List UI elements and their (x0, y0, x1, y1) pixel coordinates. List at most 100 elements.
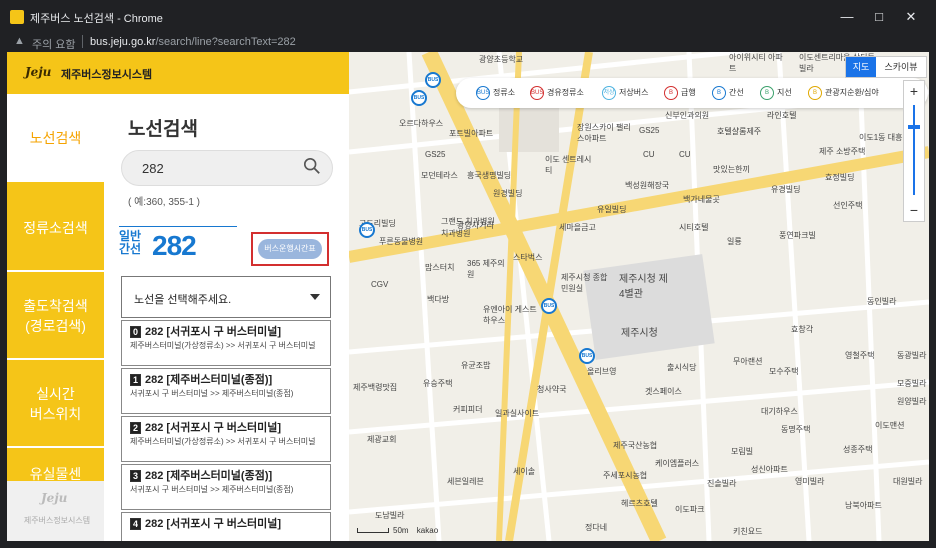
kakao-logo: kakao (416, 526, 439, 535)
map-label: 제주시청 (621, 328, 658, 339)
map-label: 장원스카이 팰리스아파트 (577, 123, 631, 143)
map-label: 모수주택 (769, 367, 799, 376)
map-label: 케이엠플러스 (655, 459, 700, 468)
trunk-bus-icon: B (712, 86, 726, 100)
route-option-desc: 제주버스터미널(가상정류소) >> 서귀포시 구 버스터미널 (130, 437, 316, 446)
map-label: 제주국산농협 (613, 441, 658, 450)
map-label: 선인주택 (833, 201, 863, 210)
bus-stop-icon[interactable]: BUS (411, 90, 427, 106)
route-option-name: 282 [서귀포시 구 버스터미널] (145, 422, 282, 434)
route-type: 일반 간선 (119, 230, 141, 256)
schedule-button[interactable]: 버스운행시간표 (258, 239, 322, 259)
map-type-map[interactable]: 지도 (846, 57, 876, 77)
sidebar-item-lost-found[interactable]: 유실물센 (7, 448, 104, 481)
favicon-icon (10, 10, 24, 24)
map-label: 제광교회 (367, 435, 397, 444)
route-number: 282 (152, 230, 197, 261)
map-label: 맘스터치 (425, 263, 455, 272)
map-label: 세마을금고 (559, 223, 596, 232)
map-label: 일과실사이트 (495, 409, 540, 418)
route-option-title: 4 282 [서귀포시 구 버스터미널] (130, 515, 281, 531)
sidebar-item-label-2: 버스위치 (29, 406, 82, 422)
map-label: 광양초등학교 (479, 55, 524, 64)
map-label: 시티호텔 (679, 223, 709, 232)
route-option[interactable]: 2 282 [서귀포시 구 버스터미널] 제주버스터미널(가상정류소) >> 서귀… (121, 416, 331, 462)
route-option-index: 0 (130, 326, 142, 338)
legend-item: BUS 경유정류소 (530, 86, 584, 100)
route-option[interactable]: 3 282 [제주버스터미널(종점)] 서귀포시 구 버스터미널 >> 제주버스터… (121, 464, 331, 510)
route-option-index: 1 (130, 374, 142, 386)
route-select-value: 노선을 선택해주세요. (134, 294, 232, 306)
map-label: GS25 (639, 126, 660, 135)
security-note[interactable]: 주의 요함 (32, 36, 76, 52)
map-label: 아이위시티 아파트 (729, 53, 783, 73)
legend-item: BUS 정류소 (476, 86, 515, 100)
zoom-out-button[interactable]: − (904, 200, 924, 220)
bus-stop-icon[interactable]: BUS (359, 222, 375, 238)
map-label: 성신아파트 (751, 465, 788, 474)
map-legend: BUS 정류소 BUS 경유정류소 저상 저상버스 B 급행 B 간선 B 지선 B 관광지순… (456, 78, 928, 108)
legend-item: B 간선 (712, 86, 744, 100)
sidebar-item-realtime-bus[interactable]: 실시간 버스위치 (7, 360, 104, 446)
map-label: 대원빌라 (893, 477, 923, 486)
sidebar-item-route-search[interactable]: 노선검색 (7, 94, 104, 182)
map-label: GS25 (425, 150, 446, 159)
map-view[interactable]: 광양초등학교 원탑 오르다하우스 포트빌아파트 GS25 모던테라스 흥국생명빌… (349, 52, 929, 541)
bus-stop-icon[interactable]: BUS (425, 72, 441, 88)
map-label: 제주시청 종합민원실 (561, 273, 608, 293)
route-option[interactable]: 1 282 [제주버스터미널(종점)] 서귀포시 구 버스터미널 >> 제주버스터… (121, 368, 331, 414)
site-title[interactable]: 제주버스정보시스템 (61, 66, 152, 82)
route-option-desc: 서귀포시 구 버스터미널 >> 제주버스터미널(종점) (130, 389, 294, 398)
map-label: 정다네 (585, 523, 608, 532)
address-bar[interactable]: ▲ 주의 요함 bus.jeju.go.kr/search/line?searc… (0, 34, 936, 52)
route-option-title: 1 282 [제주버스터미널(종점)] (130, 371, 272, 387)
sidebar-item-od-search[interactable]: 출도착검색 (경로검색) (7, 272, 104, 358)
bus-stop-icon[interactable]: BUS (541, 298, 557, 314)
warning-icon[interactable]: ▲ (14, 35, 25, 47)
legend-label: 관광지순환/심야 (825, 88, 879, 98)
map-label: 영미빌라 (795, 477, 825, 486)
jeju-logo-faded: Jeju (41, 491, 68, 505)
route-option-index: 3 (130, 470, 142, 482)
map-label: 유균조밥 (461, 361, 491, 370)
jeju-logo[interactable]: Jeju (25, 65, 55, 81)
legend-label: 저상버스 (619, 88, 649, 98)
map-label: 백가네물곳 (683, 195, 720, 204)
search-icon[interactable] (303, 157, 321, 175)
zoom-in-button[interactable]: + (904, 81, 924, 101)
zoom-slider-handle[interactable] (908, 125, 920, 129)
map-label: 흥국생명빌딩 (467, 171, 512, 180)
map-type-skyview[interactable]: 스카이뷰 (876, 57, 926, 77)
sidebar-item-label-2: (경로검색) (25, 318, 86, 334)
low-floor-bus-icon: 저상 (602, 86, 616, 100)
route-option[interactable]: 4 282 [서귀포시 구 버스터미널] (121, 512, 331, 541)
search-value[interactable]: 282 (142, 161, 164, 176)
map-label: 동명주택 (781, 425, 811, 434)
maximize-icon[interactable]: □ (866, 8, 892, 26)
map-label: 백다방 (427, 295, 450, 304)
sidebar-item-label: 정류소검색 (23, 220, 88, 236)
route-option[interactable]: 0 282 [서귀포시 구 버스터미널] 제주버스터미널(가상정류소) >> 서귀… (121, 320, 331, 366)
legend-label: 간선 (729, 88, 744, 98)
bus-stop-icon[interactable]: BUS (579, 348, 595, 364)
map-label: 유일빌딩 (597, 205, 627, 214)
minimize-icon[interactable]: — (834, 8, 860, 26)
legend-label: 급행 (681, 88, 696, 98)
legend-label: 경유정류소 (547, 88, 584, 98)
map-label: 맛있는한끼 (713, 165, 750, 174)
route-select[interactable]: 노선을 선택해주세요. (121, 276, 331, 318)
zoom-slider-track[interactable] (913, 105, 915, 195)
sidebar-item-stop-search[interactable]: 정류소검색 (7, 184, 104, 270)
map-label: 원양빌라 (897, 397, 927, 406)
map-scale: 50m kakao (357, 526, 438, 535)
express-bus-icon: B (664, 86, 678, 100)
close-icon[interactable]: ✕ (898, 8, 924, 26)
search-input[interactable]: 282 (121, 150, 333, 186)
map-label: 일룡 (727, 237, 742, 246)
legend-item: B 급행 (664, 86, 696, 100)
map-label: 도남빌라 (375, 511, 405, 520)
url-text[interactable]: bus.jeju.go.kr/search/line?searchText=28… (90, 36, 296, 48)
map-label: 모중빌라 (897, 379, 927, 388)
map-label: 올리브영 (587, 367, 617, 376)
route-option-title: 0 282 [서귀포시 구 버스터미널] (130, 323, 281, 339)
